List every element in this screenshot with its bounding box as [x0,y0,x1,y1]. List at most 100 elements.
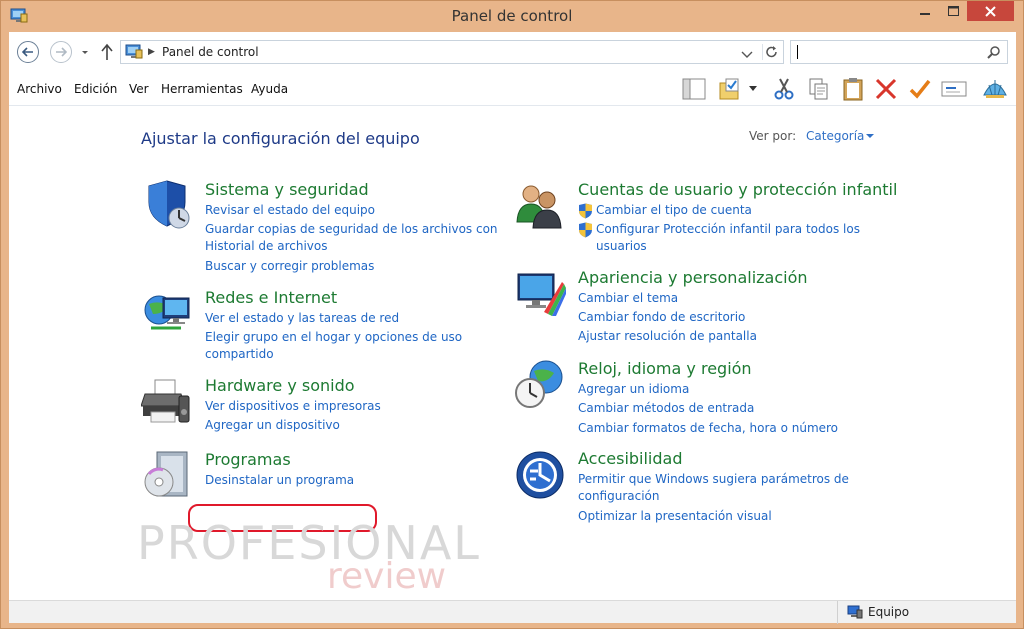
delete-button[interactable] [873,77,899,101]
clock-globe-icon[interactable] [514,359,566,411]
layout-pane-button[interactable] [681,77,707,101]
link-fondo-escritorio[interactable]: Cambiar fondo de escritorio [578,309,745,326]
menu-ver[interactable]: Ver [129,82,149,96]
accessibility-icon[interactable] [514,449,566,501]
properties-check-button[interactable] [907,77,933,101]
control-panel-icon [125,44,143,60]
category-accesibilidad: Accesibilidad Permitir que Windows sugie… [514,449,914,529]
users-icon[interactable] [514,180,566,232]
forward-button[interactable] [50,41,72,63]
menu-edicion[interactable]: Edición [74,82,117,96]
link-agregar-idioma[interactable]: Agregar un idioma [578,381,689,398]
link-desinstalar-programa[interactable]: Desinstalar un programa [205,472,354,489]
appearance-monitor-icon[interactable] [514,268,566,320]
chevron-down-icon [741,51,753,58]
menu-bar: Archivo Edición Ver Herramientas Ayuda [9,72,1016,106]
scissors-icon [774,78,794,100]
title-bar[interactable]: Panel de control [1,1,1023,32]
link-resolucion-pantalla[interactable]: Ajustar resolución de pantalla [578,328,757,345]
arrow-left-icon [22,47,33,57]
link-cambiar-tipo-cuenta[interactable]: Cambiar el tipo de cuenta [596,202,752,219]
status-bar: Equipo [9,600,1016,624]
breadcrumb-separator-icon[interactable]: ▶ [148,47,155,57]
link-guardar-copias[interactable]: Guardar copias de seguridad de los archi… [205,221,498,238]
category-title[interactable]: Cuentas de usuario y protección infantil [578,180,897,199]
rename-button[interactable] [941,77,967,101]
link-agregar-dispositivo[interactable]: Agregar un dispositivo [205,417,340,434]
minimize-icon [920,13,930,15]
category-title[interactable]: Apariencia y personalización [578,268,808,287]
programs-disc-icon[interactable] [141,450,193,502]
back-button[interactable] [17,41,39,63]
help-shell-icon [983,80,1007,98]
folder-check-button[interactable] [718,77,744,101]
copy-button[interactable] [806,77,832,101]
link-ver-dispositivos[interactable]: Ver dispositivos e impresoras [205,398,381,415]
category-cuentas-usuario: Cuentas de usuario y protección infantil… [514,180,914,260]
refresh-button[interactable] [762,44,780,60]
category-sistema-seguridad: Sistema y seguridad Revisar el estado de… [141,180,501,280]
view-by-dropdown[interactable]: Categoría [806,129,864,143]
address-dropdown-button[interactable] [741,48,753,62]
close-button[interactable] [967,1,1014,21]
layout-pane-icon [682,78,706,100]
menu-archivo[interactable]: Archivo [17,82,62,96]
clipboard-icon [843,78,863,101]
folder-check-icon [719,78,739,100]
link-windows-sugiera[interactable]: Permitir que Windows sugiera parámetros … [578,471,849,488]
category-title[interactable]: Reloj, idioma y región [578,359,752,378]
link-grupo-hogar[interactable]: Elegir grupo en el hogar y opciones de u… [205,329,462,346]
link-cambiar-tema[interactable]: Cambiar el tema [578,290,678,307]
status-location: Equipo [868,605,910,619]
search-input[interactable] [790,40,1008,64]
paste-button[interactable] [840,77,866,101]
link-compartido[interactable]: compartido [205,346,274,363]
category-title[interactable]: Programas [205,450,291,469]
search-icon[interactable] [987,45,1001,62]
menu-ayuda[interactable]: Ayuda [251,82,288,96]
copy-icon [809,78,828,100]
chevron-down-icon[interactable] [866,134,874,138]
help-button[interactable] [982,77,1008,101]
menu-herramientas[interactable]: Herramientas [161,82,243,96]
link-usuarios[interactable]: usuarios [596,238,647,255]
maximize-icon [947,6,959,16]
watermark-subtext: review [327,556,447,597]
category-reloj-idioma: Reloj, idioma y región Agregar un idioma… [514,359,914,439]
close-icon [985,5,996,17]
up-button[interactable] [100,43,114,61]
link-optimizar-presentacion[interactable]: Optimizar la presentación visual [578,508,772,525]
page-title: Ajustar la configuración del equipo [141,129,420,148]
link-configuracion[interactable]: configuración [578,488,660,505]
breadcrumb[interactable]: Panel de control [162,45,259,59]
link-metodos-entrada[interactable]: Cambiar métodos de entrada [578,400,754,417]
link-proteccion-infantil[interactable]: Configurar Protección infantil para todo… [596,221,860,238]
address-bar[interactable]: ▶ Panel de control [120,40,784,64]
window-title: Panel de control [451,7,573,25]
link-formatos-fecha[interactable]: Cambiar formatos de fecha, hora o número [578,420,838,437]
category-title[interactable]: Redes e Internet [205,288,337,307]
category-title[interactable]: Hardware y sonido [205,376,355,395]
text-cursor [797,45,798,59]
category-apariencia: Apariencia y personalización Cambiar el … [514,268,914,348]
link-revisar-estado[interactable]: Revisar el estado del equipo [205,202,375,219]
organize-dropdown-button[interactable] [746,77,760,101]
control-panel-window: Panel de control ▶ Panel de control Arch… [0,0,1024,629]
link-buscar-corregir[interactable]: Buscar y corregir problemas [205,258,374,275]
arrow-right-icon [56,47,67,57]
category-title[interactable]: Sistema y seguridad [205,180,369,199]
maximize-button[interactable] [939,1,967,21]
recent-locations-button[interactable] [80,47,90,57]
link-historial-archivos[interactable]: Historial de archivos [205,238,328,255]
category-title[interactable]: Accesibilidad [578,449,683,468]
printer-icon[interactable] [140,376,193,428]
view-by-label: Ver por: [749,129,797,143]
network-globe-icon[interactable] [141,288,193,340]
rename-field-icon [941,81,967,97]
link-estado-red[interactable]: Ver el estado y las tareas de red [205,310,399,327]
minimize-button[interactable] [911,1,939,21]
computer-icon [847,605,863,619]
security-shield-icon[interactable] [141,180,193,232]
uac-shield-icon [578,203,593,219]
cut-button[interactable] [771,77,797,101]
